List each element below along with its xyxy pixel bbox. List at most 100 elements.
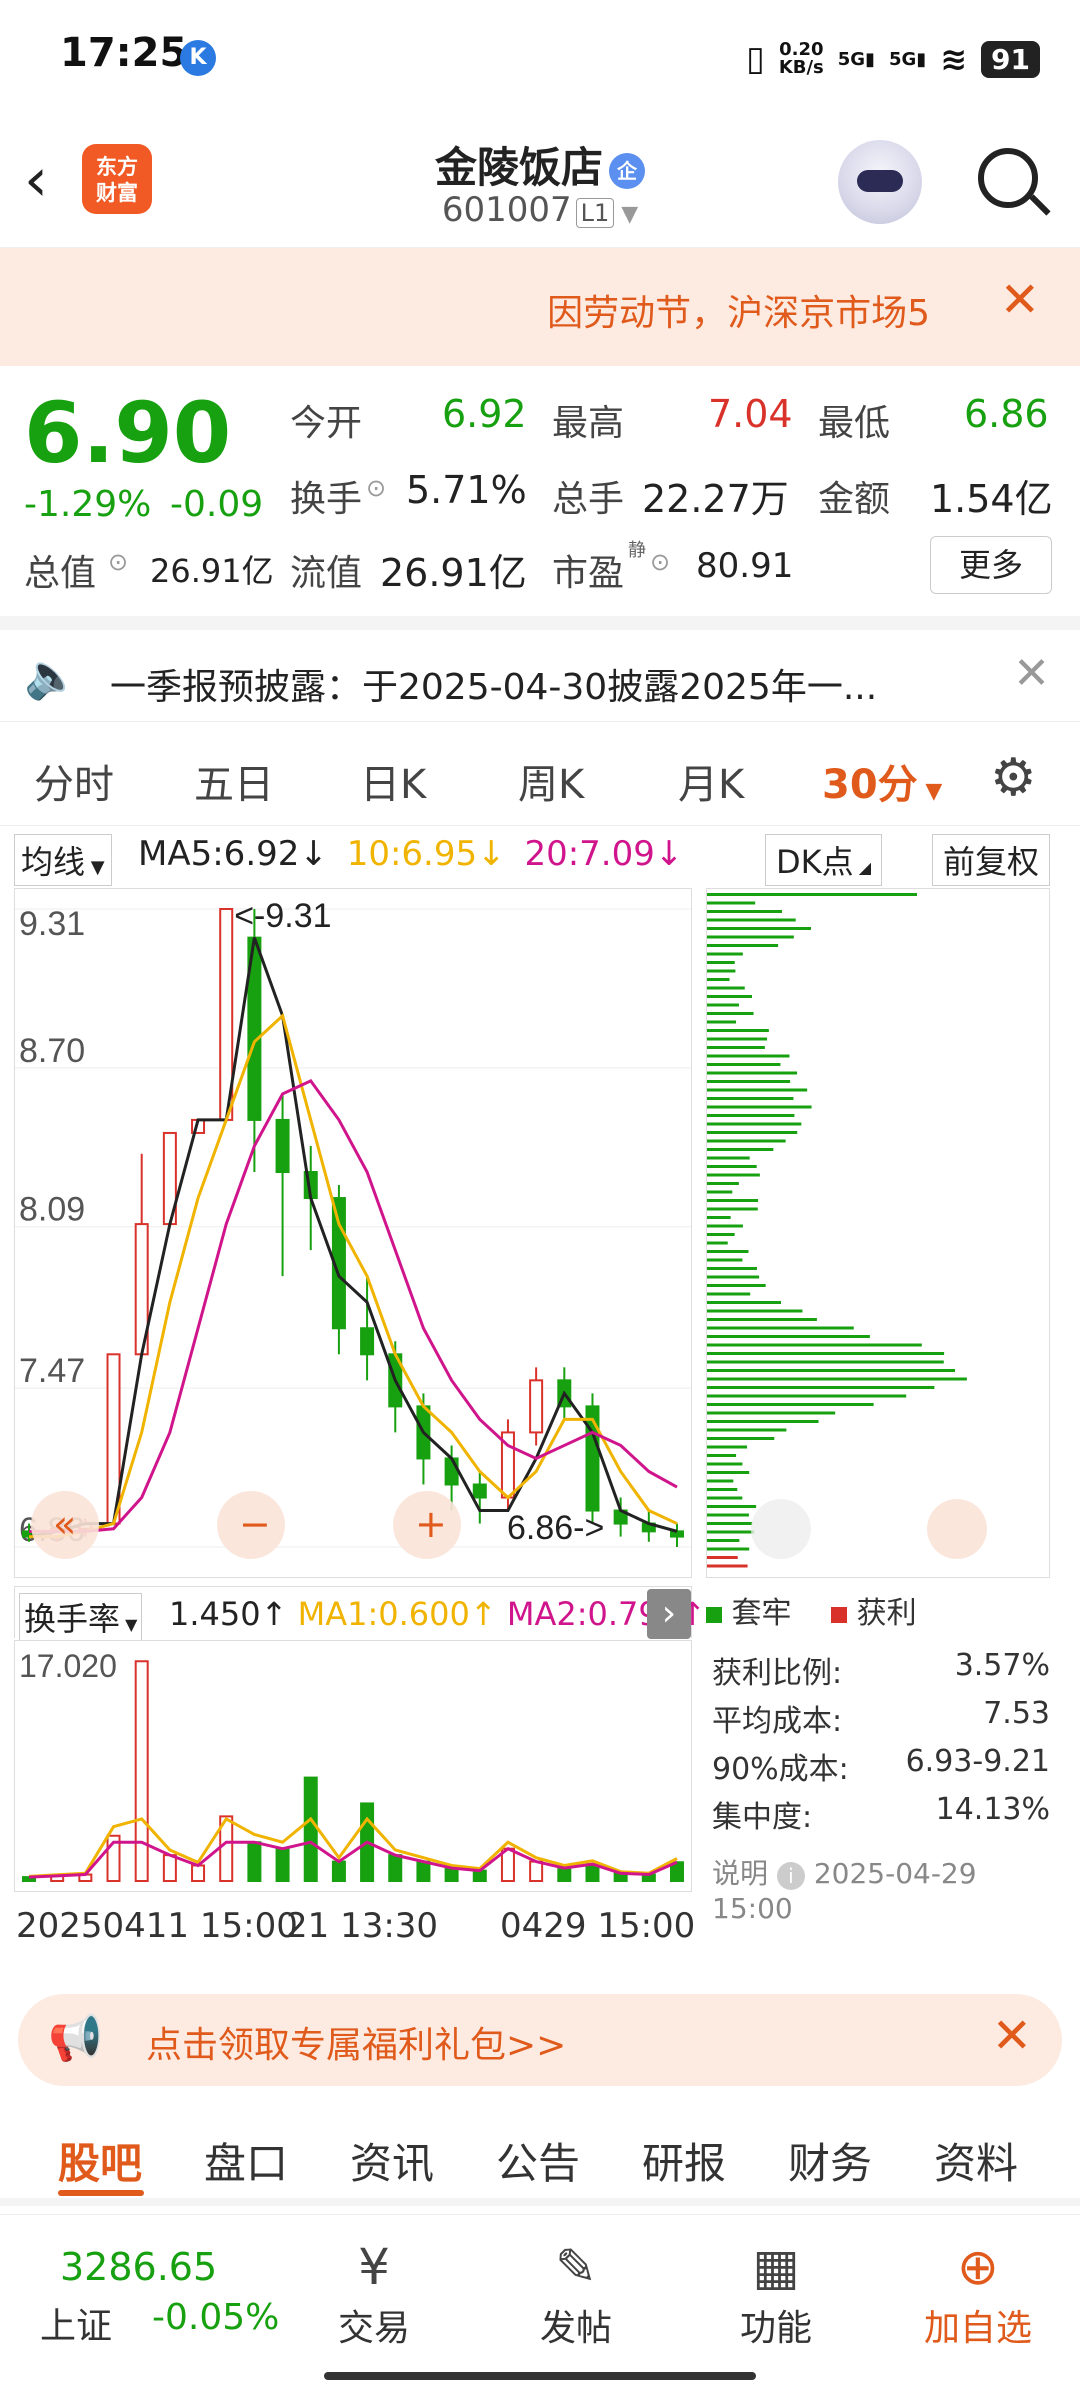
chip-bar [707,919,796,922]
chip-bar [707,936,794,939]
chip-bar [707,1565,748,1568]
chip-bar [707,1276,759,1279]
chip-bar [707,1089,807,1092]
volume-bar [558,1868,570,1881]
close-icon[interactable]: ✕ [1000,272,1040,328]
stock-header: ‹ 东方 财富 金陵饭店企 601007 L1 ▼ [0,120,1080,248]
volume-bar [333,1862,345,1881]
volume-bar [164,1855,176,1881]
ma5-value: MA5:6.92↓ [138,834,328,874]
tab-research[interactable]: 研报 [642,2130,726,2191]
chip-bar [707,1012,754,1015]
chip-distribution[interactable] [706,888,1050,1578]
signal-icon-2: 5G▮ [889,49,926,70]
open-label: 今开 [290,394,362,446]
chip-bar [707,1191,732,1194]
cost90-row: 90%成本: 6.93-9.21 [712,1744,1050,1788]
volume-bar [248,1842,260,1881]
post-button[interactable]: ✎ 发帖 [506,2235,646,2351]
volume-chart[interactable]: 17.020 [14,1640,692,1892]
ma-selector[interactable]: 均线 ▼ [14,834,112,886]
close-icon[interactable]: ✕ [1013,648,1050,699]
status-icons: ▯ 0.20 KB/s 5G▮ 5G▮ ≋ 91 [746,34,1040,84]
ma-line-ma5 [29,938,677,1537]
tab-five-day[interactable]: 五日 [194,752,274,810]
assistant-robot-icon[interactable] [838,140,922,224]
chip-note[interactable]: 说明 i 2025-04-29 15:00 [712,1852,1050,1925]
expand-left-button [751,1499,811,1559]
chip-bar [707,1539,739,1542]
zoom-icon: − [239,1502,271,1546]
chevron-right-icon[interactable]: › [647,1589,691,1639]
search-icon[interactable] [978,148,1038,208]
ma-values: MA5:6.92↓ 10:6.95↓ 20:7.09↓ [138,834,683,882]
disclosure-banner[interactable]: 🔈 一季报预披露：于2025-04-30披露2025年一... ✕ [0,616,1080,722]
volume-header: 换手率 ▼ 1.450↑ MA1:0.600↑ MA2:0.790↑ › [14,1586,692,1638]
chip-bar [707,1242,728,1245]
tab-announcements[interactable]: 公告 [496,2130,580,2191]
chip-bar [707,1097,793,1100]
chip-bar [707,1514,749,1517]
chip-bar [707,1505,756,1508]
chip-bar [707,1437,774,1440]
tab-guba[interactable]: 股吧 [58,2130,142,2191]
tab-weekly-k[interactable]: 周K [518,752,584,810]
holiday-notice-banner[interactable]: 因劳动节，沪深京市场5 ✕ [0,248,1080,366]
chip-bar [707,1446,747,1449]
profit-swatch [831,1607,847,1623]
gear-icon[interactable]: ⚙ [990,748,1037,808]
chip-bar [707,1038,767,1041]
index-widget[interactable]: 3286.65 上证 -0.05% [0,2215,300,2388]
wifi-icon: ≋ [940,40,967,78]
chip-bar [707,995,752,998]
volume-indicator-selector[interactable]: 换手率 ▼ [19,1593,142,1641]
info-icon[interactable]: ⊙ [650,548,670,576]
tab-daily-k[interactable]: 日K [360,752,426,810]
date-label-start: 20250411 15:00 [16,1906,298,1946]
chip-bar [707,1123,801,1126]
more-button[interactable]: 更多 [930,536,1052,594]
add-watchlist-button[interactable]: ⊕ 加自选 [908,2235,1048,2351]
tab-intraday[interactable]: 分时 [34,752,114,810]
bottom-bar: 3286.65 上证 -0.05% ¥ 交易 ✎ 发帖 ▦ 功能 ⊕ 加自选 [0,2214,1080,2388]
speaker-icon: 🔈 [24,650,79,702]
promo-banner[interactable]: 📢 点击领取专属福利礼包>> ✕ [18,1994,1062,2086]
tab-30min[interactable]: 30分 ▼ [822,752,942,810]
candle-body [474,1485,486,1498]
chip-bar [707,1199,758,1202]
chip-bar [707,1267,757,1270]
chip-bar [707,1072,797,1075]
enterprise-badge-icon: 企 [609,153,645,189]
tab-news[interactable]: 资讯 [350,2130,434,2191]
index-name: 上证 [40,2297,112,2349]
chip-bar [707,1174,760,1177]
info-icon: i [777,1862,805,1890]
candle-body [671,1531,683,1536]
chip-bar [707,944,778,947]
adjust-button[interactable]: 前复权 [932,834,1050,886]
functions-button[interactable]: ▦ 功能 [706,2235,846,2351]
tab-finance[interactable]: 财务 [788,2130,872,2191]
float-label: 流值 [290,544,362,596]
dk-point-button[interactable]: DK点 ◢ [765,834,882,886]
fullscreen-button [927,1499,987,1559]
info-icon[interactable]: ⊙ [108,548,128,576]
tab-monthly-k[interactable]: 月K [678,752,744,810]
chip-bar [707,1378,967,1381]
current-price: 6.90 [24,384,231,482]
edit-icon: ✎ [506,2235,646,2299]
volume-bar [192,1865,204,1881]
tab-pankou[interactable]: 盘口 [204,2130,288,2191]
close-icon[interactable]: ✕ [992,2008,1032,2064]
kline-chart[interactable]: 9.318.708.097.476.86<-9.316.86->«−+ [14,888,692,1578]
high-label: 最高 [552,394,624,446]
candle-body [530,1380,542,1432]
volume-bar [530,1862,542,1881]
tab-profile[interactable]: 资料 [934,2130,1018,2191]
chip-bar [707,1216,731,1219]
info-icon[interactable]: ⊙ [366,474,386,502]
trade-button[interactable]: ¥ 交易 [304,2235,444,2351]
pe-value: 80.91 [696,546,793,586]
ma10-value: 10:6.95↓ [347,834,506,874]
chip-bar [707,970,735,973]
